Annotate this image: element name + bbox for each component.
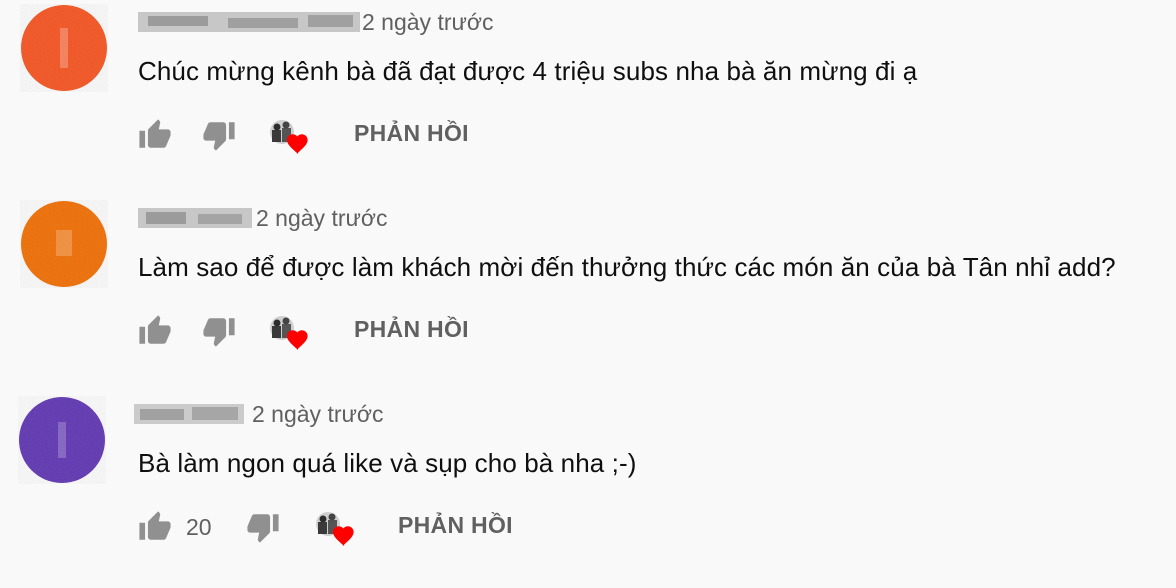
comment-text: Chúc mừng kênh bà đã đạt được 4 triệu su…	[138, 56, 918, 86]
reply-button[interactable]: PHẢN HỒI	[354, 316, 469, 343]
comment-action-bar: PHẢN HỒI	[138, 312, 738, 352]
reply-button[interactable]: PHẢN HỒI	[398, 512, 513, 539]
creator-heart-icon	[314, 508, 358, 550]
comment-action-bar: PHẢN HỒI	[138, 116, 738, 156]
creator-heart-icon	[268, 312, 312, 354]
comment-thread: 2 ngày trước Chúc mừng kênh bà đã đạt đư…	[0, 0, 1176, 196]
author-name-obscured[interactable]	[134, 402, 244, 426]
reply-button[interactable]: PHẢN HỒI	[354, 120, 469, 147]
thumbs-up-icon[interactable]	[138, 314, 172, 348]
avatar[interactable]	[20, 4, 108, 92]
comment-timestamp[interactable]: 2 ngày trước	[362, 9, 493, 36]
comment-text: Bà làm ngon quá like và sụp cho bà nha ;…	[138, 448, 637, 478]
comment-timestamp[interactable]: 2 ngày trước	[256, 205, 387, 232]
avatar[interactable]	[18, 396, 106, 484]
avatar[interactable]	[20, 200, 108, 288]
thumbs-down-icon[interactable]	[202, 314, 236, 348]
author-name-obscured[interactable]	[138, 10, 360, 34]
comment-timestamp[interactable]: 2 ngày trước	[252, 401, 383, 428]
thumbs-up-icon[interactable]	[138, 510, 172, 544]
creator-heart-icon	[268, 116, 312, 158]
comment-text: Làm sao để được làm khách mời đến thưởng…	[138, 252, 1116, 282]
thumbs-up-icon[interactable]	[138, 118, 172, 152]
comment-action-bar: 20 PHẢN HỒI	[138, 508, 738, 548]
like-count: 20	[186, 514, 212, 540]
thumbs-down-icon[interactable]	[246, 510, 280, 544]
author-name-obscured[interactable]	[138, 206, 252, 230]
comment-thread: 2 ngày trước Bà làm ngon quá like và sụp…	[0, 392, 1176, 588]
comment-thread: 2 ngày trước Làm sao để được làm khách m…	[0, 196, 1176, 392]
thumbs-down-icon[interactable]	[202, 118, 236, 152]
